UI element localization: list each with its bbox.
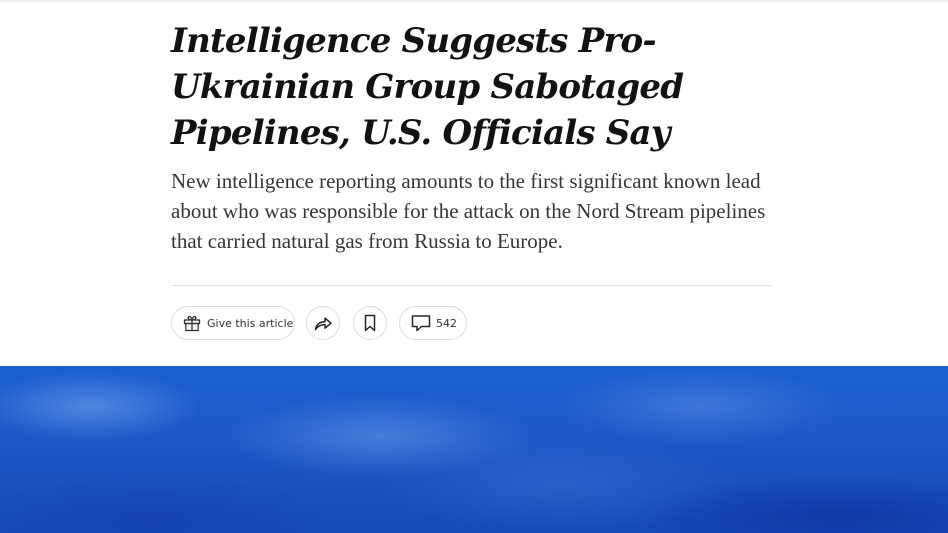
top-divider	[0, 0, 948, 2]
gift-icon	[182, 313, 202, 333]
article-headline: Intelligence Suggests Pro-Ukrainian Grou…	[171, 21, 684, 153]
share-button[interactable]	[306, 306, 340, 340]
share-icon	[313, 313, 333, 333]
article-header: Intelligence Suggests Pro-Ukrainian Grou…	[171, 18, 771, 256]
comment-count: 542	[436, 316, 457, 330]
comments-button[interactable]: 542	[399, 306, 467, 340]
article-summary: New intelligence reporting amounts to th…	[171, 169, 766, 253]
bookmark-icon	[360, 313, 380, 333]
comment-icon	[411, 313, 431, 333]
give-article-button[interactable]: Give this article	[171, 306, 295, 340]
hero-image	[0, 366, 948, 533]
give-article-label: Give this article	[207, 316, 294, 330]
header-divider	[171, 285, 771, 286]
save-button[interactable]	[353, 306, 387, 340]
